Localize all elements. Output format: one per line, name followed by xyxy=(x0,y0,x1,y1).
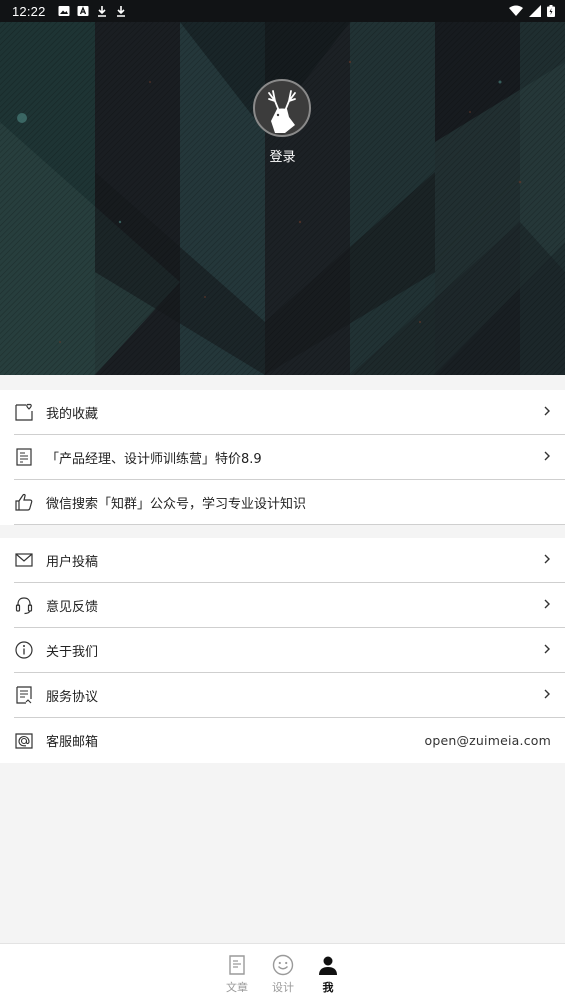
menu-item-label: 客服邮箱 xyxy=(46,735,99,750)
chevron-right-icon xyxy=(544,599,550,609)
article-icon xyxy=(229,955,245,975)
banner-background xyxy=(0,22,565,375)
signal-icon xyxy=(529,5,541,17)
chevron-right-icon xyxy=(544,554,550,564)
tab-design[interactable]: 设计 xyxy=(263,954,303,995)
chevron-right-icon xyxy=(544,689,550,699)
menu-item-service-agreement[interactable]: 服务协议 xyxy=(14,673,565,718)
avatar[interactable] xyxy=(253,79,311,137)
image-icon xyxy=(58,6,70,16)
info-icon xyxy=(14,640,34,660)
deer-logo-icon xyxy=(268,90,296,133)
chevron-right-icon xyxy=(544,644,550,654)
menu-item-submit-article[interactable]: 用户投稿 xyxy=(14,538,565,583)
menu-group-primary: 我的收藏 「产品经理、设计师训练营」特价8.9 微信搜索「知群」公众号，学习专业… xyxy=(0,390,565,525)
bottom-navigation: 文章 设计 我 xyxy=(0,943,565,1004)
menu-item-label: 服务协议 xyxy=(46,689,99,705)
person-icon xyxy=(319,956,337,975)
chevron-right-icon xyxy=(544,406,550,416)
status-time: 12:22 xyxy=(12,3,46,19)
chevron-right-icon xyxy=(544,451,550,461)
download-icon xyxy=(97,6,106,17)
tab-label: 设计 xyxy=(272,981,294,994)
document-icon xyxy=(14,447,34,467)
menu-group-secondary: 用户投稿 意见反馈 关于我们 服务协议 客服邮箱 open@zuimeia.co… xyxy=(0,538,565,763)
menu-item-feedback[interactable]: 意见反馈 xyxy=(14,583,565,628)
a-icon xyxy=(77,6,89,16)
tab-me[interactable]: 我 xyxy=(308,954,348,995)
service-email-value: open@zuimeia.com xyxy=(424,733,551,748)
menu-item-service-email[interactable]: 客服邮箱 open@zuimeia.com xyxy=(14,718,565,763)
email-at-icon xyxy=(14,731,34,751)
agreement-icon xyxy=(14,685,34,705)
tab-label: 文章 xyxy=(226,981,248,994)
menu-item-label: 微信搜索「知群」公众号，学习专业设计知识 xyxy=(46,496,307,512)
menu-item-wechat-promo[interactable]: 微信搜索「知群」公众号，学习专业设计知识 xyxy=(14,480,565,525)
menu-item-label: 「产品经理、设计师训练营」特价8.9 xyxy=(46,451,262,467)
menu-item-label: 用户投稿 xyxy=(46,554,99,570)
favorite-folder-icon xyxy=(14,402,34,422)
profile-header-banner: 登录 xyxy=(0,22,565,375)
menu-item-label: 我的收藏 xyxy=(46,406,99,422)
download-icon xyxy=(116,6,125,17)
tab-label: 我 xyxy=(322,981,334,994)
battery-icon xyxy=(547,5,555,17)
thumbs-up-icon xyxy=(14,492,34,512)
mail-icon xyxy=(14,550,34,570)
menu-item-label: 关于我们 xyxy=(46,644,99,660)
menu-item-favorites[interactable]: 我的收藏 xyxy=(14,390,565,435)
status-bar: 12:22 xyxy=(0,0,565,22)
menu-item-label: 意见反馈 xyxy=(46,599,99,615)
menu-item-about-us[interactable]: 关于我们 xyxy=(14,628,565,673)
smiley-icon xyxy=(272,954,294,976)
menu-item-training-camp[interactable]: 「产品经理、设计师训练营」特价8.9 xyxy=(14,435,565,480)
wifi-icon xyxy=(509,5,523,16)
login-link[interactable]: 登录 xyxy=(0,146,565,165)
headset-icon xyxy=(14,595,34,615)
tab-articles[interactable]: 文章 xyxy=(217,954,257,995)
